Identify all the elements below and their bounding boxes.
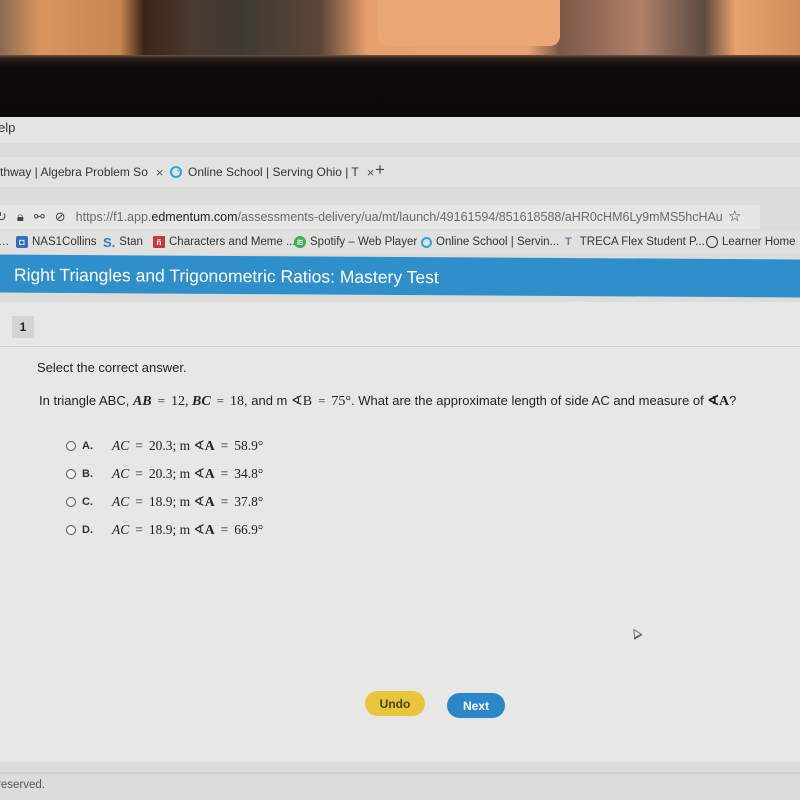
address-bar[interactable]: ↻ 🔒︎ ⚯ ⊘ https://f1.app.edmentum.com/ass… — [0, 205, 760, 229]
bookmark-characters[interactable]: ñ Characters and Meme ... — [153, 236, 296, 248]
tab-bar: thway | Algebra Problem So × Online Scho… — [0, 157, 800, 187]
question-text: In triangle ABC, AB = 12, BC = 18, and m ∢B =… — [39, 393, 737, 409]
option-d[interactable]: D. AC = 18.9; m ∢A = 66.9° — [66, 516, 263, 544]
next-button[interactable]: Next — [447, 693, 505, 718]
page-title: Right Triangles and Trigonometric Ratios… — [14, 264, 439, 288]
online-school-icon — [170, 166, 182, 178]
close-icon[interactable]: × — [367, 165, 375, 180]
spotify-icon: ≋ — [294, 236, 306, 248]
menu-bar: elp — [0, 117, 800, 143]
site-settings-icon[interactable]: ⚯ — [34, 209, 45, 225]
favorite-star-icon[interactable]: ☆ — [728, 207, 741, 225]
globe-icon — [706, 236, 718, 248]
bookmark-stan[interactable]: S. Stan — [103, 234, 143, 250]
bookmark-learner-home[interactable]: Learner Home — [706, 236, 796, 248]
radio-button[interactable] — [66, 525, 76, 535]
option-a[interactable]: A. AC = 20.3; m ∢A = 58.9° — [66, 432, 263, 460]
laptop-bezel — [0, 55, 800, 153]
app-header: Right Triangles and Trigonometric Ratios… — [0, 254, 800, 298]
footer: reserved. — [0, 772, 800, 800]
bookmark-overflow[interactable]: … — [0, 236, 10, 248]
refresh-icon[interactable]: ↻ — [0, 209, 7, 225]
undo-button[interactable]: Undo — [365, 691, 425, 716]
option-b[interactable]: B. AC = 20.3; m ∢A = 34.8° — [66, 460, 263, 488]
question-panel: 1 Select the correct answer. In triangle… — [0, 302, 800, 762]
bookmarks-bar: … ◘ NAS1Collins S. Stan ñ Characters and… — [0, 231, 800, 255]
menu-help[interactable]: elp — [0, 120, 15, 135]
divider — [0, 346, 800, 347]
treca-icon: T — [565, 236, 572, 248]
tab-algebra[interactable]: thway | Algebra Problem So × — [0, 162, 163, 182]
screen: elp thway | Algebra Problem So × Online … — [0, 117, 800, 800]
new-tab-button[interactable]: + — [375, 160, 385, 180]
lock-icon[interactable]: 🔒︎ — [17, 209, 24, 225]
online-school-icon — [421, 236, 432, 248]
tab-label: Online School | Serving Ohio | T — [188, 165, 359, 179]
bookmark-online-school[interactable]: Online School | Servin... — [421, 236, 559, 248]
tab-label: thway | Algebra Problem So — [0, 165, 148, 179]
tab-online-school[interactable]: Online School | Serving Ohio | T × — [170, 162, 374, 182]
question-number: 1 — [12, 316, 34, 338]
answer-options: A. AC = 20.3; m ∢A = 58.9° B. AC = 20.3; m ∢A =… — [66, 432, 263, 544]
room-window — [378, 0, 560, 46]
tracking-prevention-icon[interactable]: ⊘ — [55, 209, 66, 225]
stan-icon: S. — [103, 234, 116, 250]
close-icon[interactable]: × — [156, 165, 164, 180]
bookmark-nas1collins[interactable]: ◘ NAS1Collins — [16, 236, 97, 248]
characters-icon: ñ — [153, 236, 165, 248]
bookmark-treca[interactable]: T TRECA Flex Student P... — [565, 236, 705, 248]
bookmark-spotify[interactable]: ≋ Spotify – Web Player — [294, 236, 417, 248]
radio-button[interactable] — [66, 497, 76, 507]
radio-button[interactable] — [66, 441, 76, 451]
instruction-text: Select the correct answer. — [37, 360, 187, 375]
radio-button[interactable] — [66, 469, 76, 479]
url-text[interactable]: https://f1.app.edmentum.com/assessments-… — [76, 210, 723, 224]
copyright-text: reserved. — [0, 779, 45, 791]
room-background — [0, 0, 800, 58]
nas-icon: ◘ — [16, 236, 28, 248]
option-c[interactable]: C. AC = 18.9; m ∢A = 37.8° — [66, 488, 263, 516]
mouse-cursor-icon — [629, 626, 643, 640]
